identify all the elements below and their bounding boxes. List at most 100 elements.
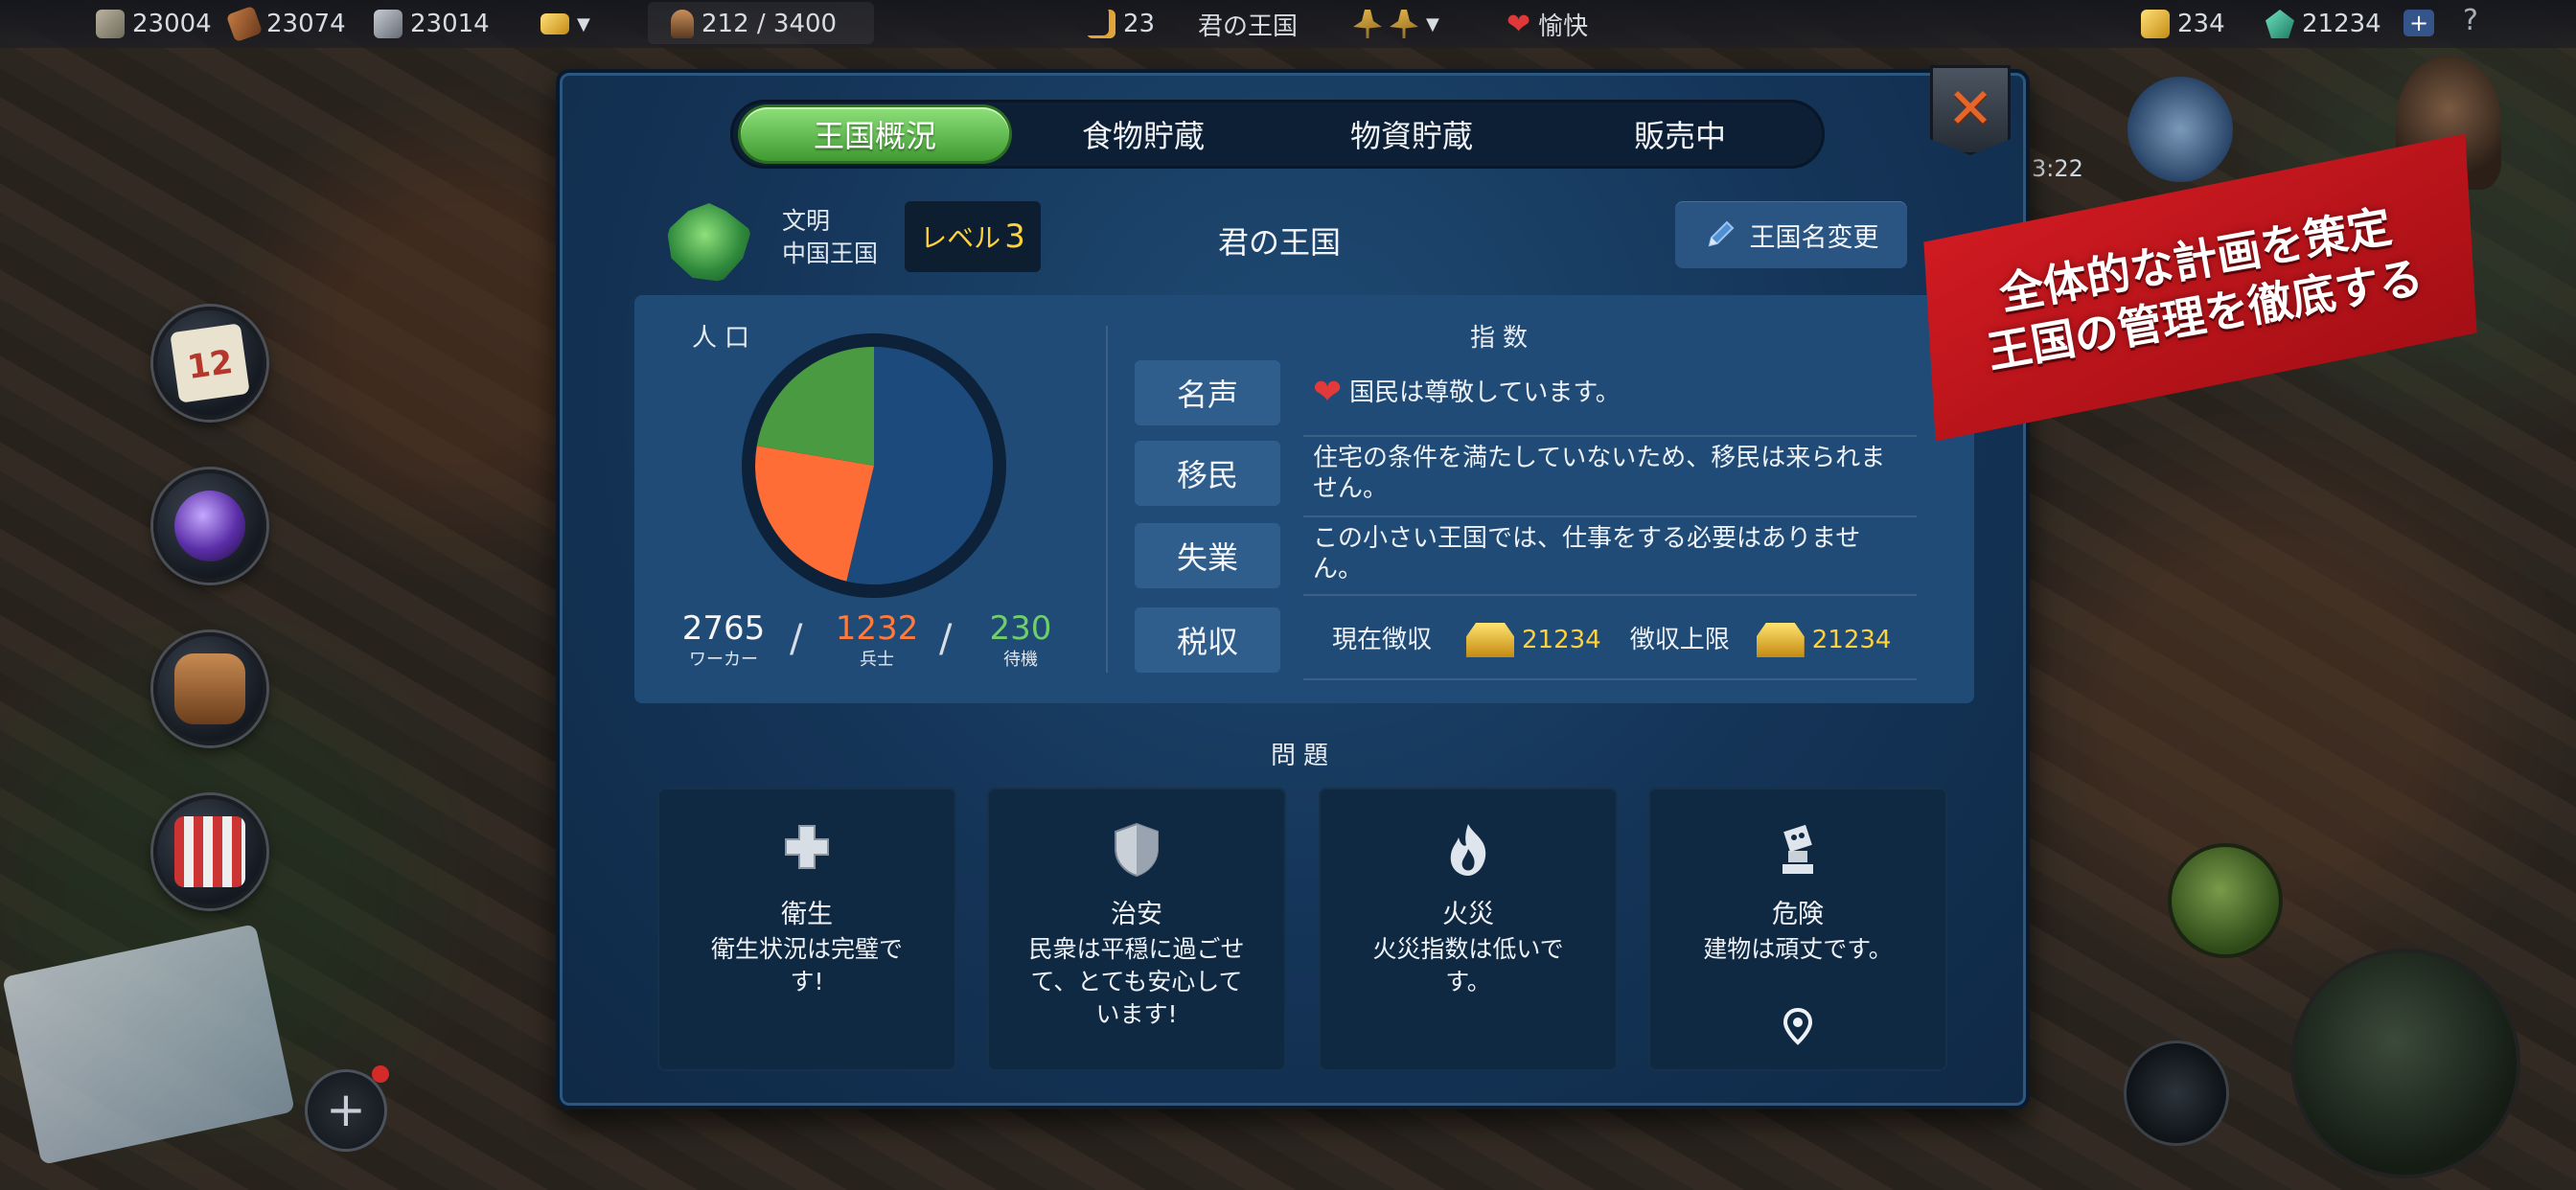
rename-label: 王国名変更 — [1749, 222, 1879, 253]
gold-bars-icon — [1756, 623, 1805, 657]
pie-svg — [755, 347, 993, 584]
shop-button[interactable] — [153, 795, 266, 908]
gem-resource[interactable]: 21234 — [2266, 6, 2381, 42]
orb-icon — [174, 491, 245, 561]
wood-resource[interactable]: 23074 — [225, 5, 346, 43]
close-icon: ✕ — [1946, 76, 1994, 141]
tax-info: 現在徴収 21234 徴収上限 21234 — [1332, 623, 1926, 657]
unemployment-text: この小さい王国では、仕事をする必要はありません。 — [1313, 524, 1861, 584]
population-title: 人口 — [692, 324, 758, 353]
population-count: 212 / 3400 — [702, 10, 838, 38]
add-button[interactable]: + — [305, 1069, 387, 1152]
close-button[interactable]: ✕ — [1930, 65, 2011, 155]
tax-label[interactable]: 税収 — [1135, 607, 1280, 673]
magic-orb-button[interactable] — [153, 469, 266, 583]
top-status-bar: 23004 23074 23014 ▼ 212 / 3400 23 君の王国 ▼… — [0, 0, 2576, 48]
workers-stat: 2765 ワーカー — [671, 609, 776, 671]
fame-label[interactable]: 名声 — [1135, 360, 1280, 425]
civ-value: 中国王国 — [782, 240, 879, 267]
population-breakdown: 2765 ワーカー / 1232 兵士 / 230 待機 — [671, 609, 1073, 686]
population-pie-chart — [742, 333, 1006, 598]
wood-count: 23074 — [266, 10, 346, 38]
row-divider — [1303, 515, 1917, 517]
resource-dropdown[interactable]: ▼ — [540, 6, 590, 42]
gold-resource[interactable]: 234 — [2141, 6, 2225, 42]
problem-desc: 民衆は平穏に過ごせて、とても安心しています! — [1028, 935, 1245, 1028]
level-badge: レベル 3 — [905, 201, 1041, 272]
workers-label: ワーカー — [689, 650, 758, 670]
event-icon[interactable] — [2128, 77, 2233, 182]
help-button[interactable]: ? — [2463, 4, 2478, 37]
tax-current-label: 現在徴収 — [1332, 626, 1433, 654]
problem-card-fire[interactable]: 火災 火災指数は低いです。 — [1319, 788, 1618, 1071]
problem-name: 火災 — [1442, 900, 1494, 929]
gold-count: 234 — [2177, 10, 2225, 38]
soldiers-stat: 1232 兵士 — [824, 609, 930, 671]
civilization-info: 文明 中国王国 — [782, 205, 878, 270]
buy-gems-button[interactable]: + — [2404, 10, 2434, 36]
level-value: 3 — [1004, 217, 1025, 256]
mood-indicator[interactable]: ❤ 愉快 — [1506, 6, 1588, 42]
tab-goods-storage[interactable]: 物資貯蔵 — [1277, 107, 1546, 161]
food-indicator[interactable]: ▼ — [1353, 6, 1439, 42]
problem-card-hazard[interactable]: 危険 建物は頑丈です。 — [1648, 788, 1947, 1071]
civ-label: 文明 — [782, 207, 831, 235]
tab-overview[interactable]: 王国概況 — [741, 107, 1009, 161]
problem-card-security[interactable]: 治安 民衆は平穏に過ごせて、とても安心しています! — [987, 788, 1286, 1071]
problem-name: 衛生 — [781, 900, 833, 929]
person-icon — [671, 10, 694, 38]
inventory-button[interactable] — [153, 632, 266, 745]
turn-indicator[interactable]: 23 — [1087, 6, 1155, 42]
location-pin-icon[interactable] — [1782, 1008, 1813, 1046]
separator: / — [790, 617, 803, 661]
index-title: 指数 — [1470, 324, 1536, 353]
problems-title: 問題 — [1270, 742, 1336, 770]
workers-count: 2765 — [681, 609, 766, 648]
wheat-icon — [1353, 10, 1382, 38]
separator: / — [939, 617, 953, 661]
pie-slice-idle — [756, 347, 874, 466]
heart-icon: ❤ — [1313, 373, 1343, 412]
kingdom-name: 君の王国 — [1217, 224, 1341, 261]
road-build-button[interactable] — [2168, 843, 2283, 958]
divider — [1106, 326, 1108, 673]
rename-kingdom-button[interactable]: 王国名変更 — [1675, 201, 1907, 268]
tab-on-sale[interactable]: 販売中 — [1546, 107, 1814, 161]
gem-count: 21234 — [2302, 10, 2381, 38]
problem-card-hygiene[interactable]: 衛生 衛生状況は完璧です! — [657, 788, 956, 1071]
moon-icon — [1087, 10, 1116, 38]
cart-icon — [174, 816, 245, 887]
tax-max-value: 21234 — [1811, 626, 1892, 654]
gold-icon — [2141, 10, 2170, 38]
cross-icon — [785, 825, 829, 869]
tab-bar: 王国概況 食物貯蔵 物資貯蔵 販売中 — [730, 100, 1825, 169]
soldiers-label: 兵士 — [860, 650, 894, 670]
problem-name: 危険 — [1772, 900, 1824, 929]
heart-icon: ❤ — [1506, 7, 1531, 41]
iron-icon — [374, 10, 402, 38]
shield-icon — [1115, 822, 1159, 878]
pencil-icon — [1708, 220, 1734, 247]
notification-dot — [372, 1065, 389, 1083]
population-indicator[interactable]: 212 / 3400 — [671, 6, 837, 42]
build-tools-button[interactable] — [2290, 949, 2520, 1179]
problem-desc: 火災指数は低いです。 — [1372, 935, 1564, 995]
problem-desc: 衛生状況は完璧です! — [710, 935, 903, 995]
immigration-label[interactable]: 移民 — [1135, 441, 1280, 506]
iron-count: 23014 — [410, 10, 490, 38]
iron-resource[interactable]: 23014 — [374, 6, 490, 42]
calendar-button[interactable]: 12 — [153, 307, 266, 420]
stone-resource[interactable]: 23004 — [96, 6, 212, 42]
level-prefix: レベル — [920, 222, 1001, 254]
calendar-icon: 12 — [170, 323, 250, 403]
tax-max-label: 徴収上限 — [1629, 626, 1730, 654]
unemployment-label[interactable]: 失業 — [1135, 523, 1280, 588]
row-divider — [1303, 435, 1917, 437]
mood-label: 愉快 — [1538, 11, 1589, 41]
tax-current-value: 21234 — [1522, 626, 1601, 654]
kingdom-name-top: 君の王国 — [1198, 11, 1299, 41]
tab-food-storage[interactable]: 食物貯蔵 — [1009, 107, 1277, 161]
bag-icon — [174, 653, 245, 724]
shovel-button[interactable] — [2124, 1041, 2229, 1146]
turn-count: 23 — [1123, 10, 1156, 38]
